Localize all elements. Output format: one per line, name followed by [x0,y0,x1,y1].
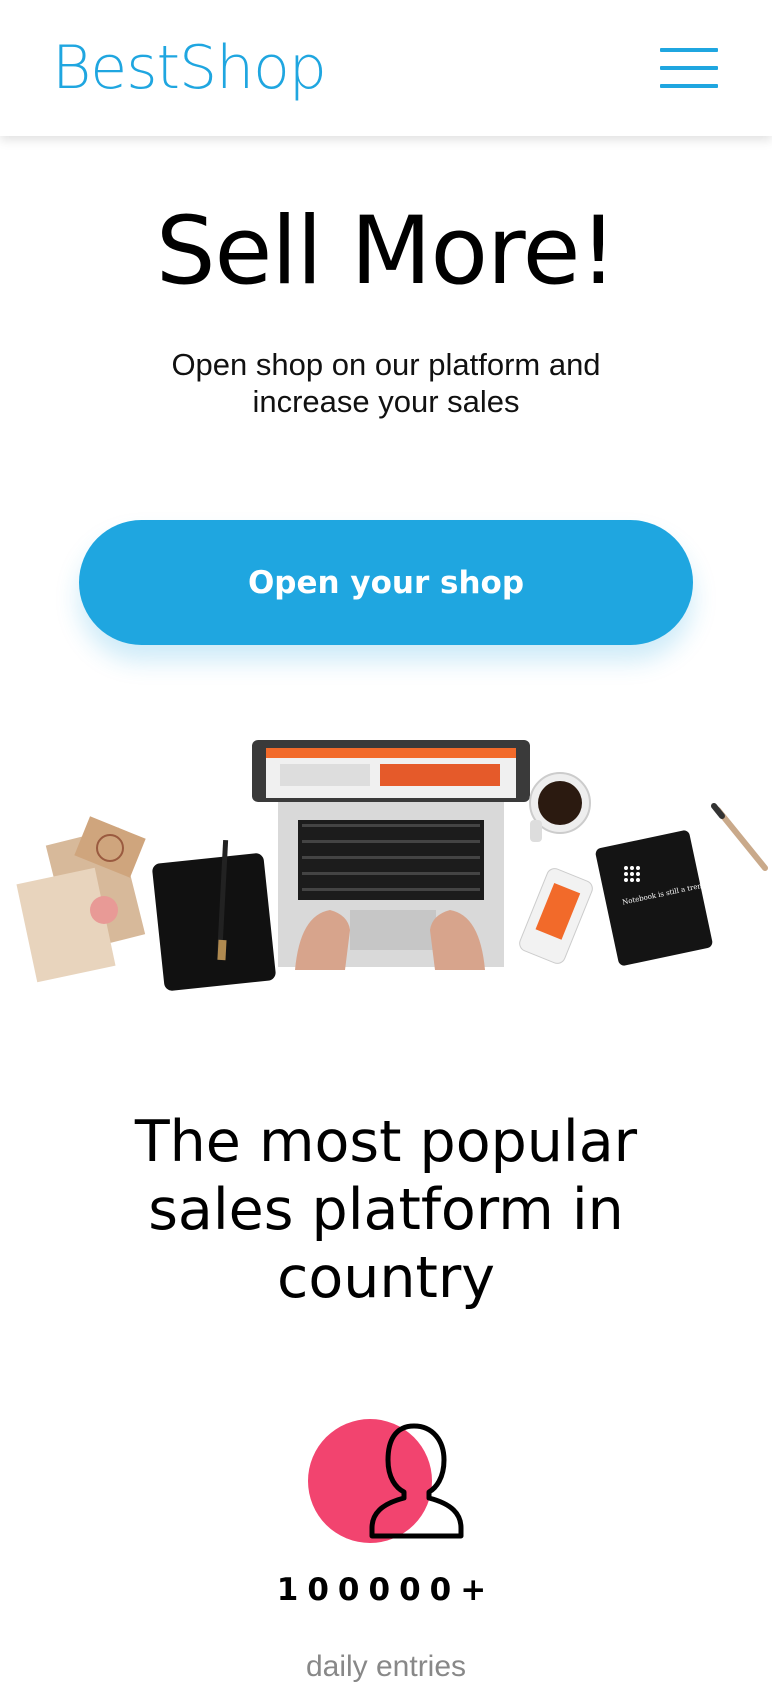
logo[interactable]: BestShop [52,28,327,108]
stat-label: daily entries [305,1650,467,1683]
workspace-illustration: Notebook is still a trend [16,740,768,991]
black-notebook-image [152,839,276,991]
pen-image [711,803,768,871]
stat-value: 100000+ [276,1572,496,1608]
hamburger-menu-icon[interactable] [660,48,718,88]
coffee-mug-image [529,772,591,842]
open-shop-button[interactable]: Open your shop [79,520,693,645]
section-title: The most popular sales platform in count… [134,1109,638,1311]
user-icon [308,1419,464,1543]
hero-title: Sell More! [155,197,617,306]
laptop-image [252,740,530,970]
top-header: BestShop [0,0,772,136]
smartphone-image [519,868,593,964]
greeting-cards-image [16,816,146,983]
hero-subtitle: Open shop on our platform and increase y… [171,347,601,419]
notebook-image: Notebook is still a trend [595,830,713,966]
